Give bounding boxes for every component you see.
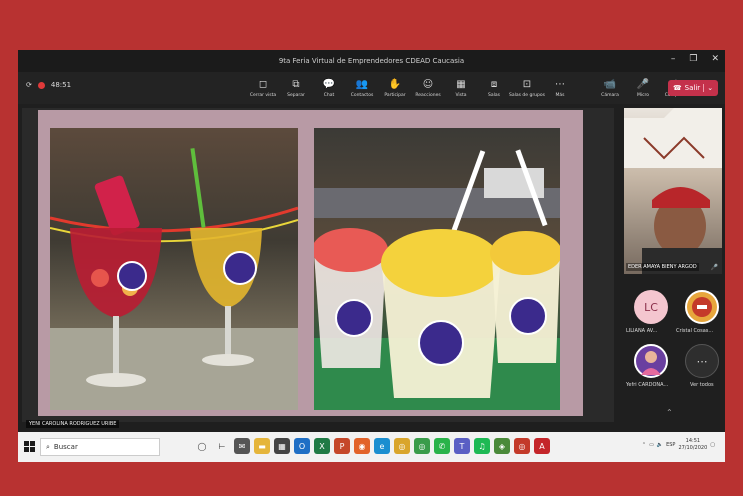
- collapse-chevron-icon[interactable]: ⌃: [666, 408, 673, 417]
- chrome-red-icon[interactable]: ◎: [514, 438, 530, 454]
- more-icon: ⋯: [555, 78, 565, 90]
- edge-icon[interactable]: e: [374, 438, 390, 454]
- view-all-label: Ver todos: [690, 382, 714, 388]
- shared-screen: YENI CAROLINA RODRIGUEZ URIBE: [22, 108, 614, 428]
- participant-name: LILIANA AV...: [626, 328, 658, 334]
- timer-text: 48:51: [50, 81, 72, 89]
- tool-mic[interactable]: 🎤 Micro: [628, 74, 658, 102]
- mail-icon[interactable]: ✉: [234, 438, 250, 454]
- excel-icon[interactable]: X: [314, 438, 330, 454]
- language-icon[interactable]: ESP: [666, 442, 675, 448]
- spotify-icon[interactable]: ♫: [474, 438, 490, 454]
- tool-close-view[interactable]: ◻ Cerrar vista: [248, 74, 278, 102]
- participant-avatar-lc[interactable]: LC: [634, 290, 668, 324]
- calculator-icon[interactable]: ▦: [274, 438, 290, 454]
- grid-icon: ▦: [456, 78, 466, 90]
- windows-taskbar: ⌕ Buscar ◯ ⊢ ✉ ▬ ▦ O X P ◉ e ◎ ◎ ✆ T ♫ ◈…: [18, 432, 725, 462]
- presenter-name-tag: YENI CAROLINA RODRIGUEZ URIBE: [26, 420, 120, 428]
- chat-icon: 💬: [322, 78, 336, 90]
- more-icon: ⋯: [696, 354, 708, 368]
- close-view-icon: ◻: [258, 78, 268, 90]
- whatsapp-icon[interactable]: ✆: [434, 438, 450, 454]
- smile-icon: ☺: [422, 78, 434, 90]
- brand-logo-icon: [692, 297, 712, 317]
- participant-video[interactable]: EDER AMAYA BIENY ARGOD 🎤: [624, 108, 722, 274]
- tool-camera[interactable]: 📹 Cámara: [595, 74, 625, 102]
- teams-icon[interactable]: T: [454, 438, 470, 454]
- pop-out-icon: ⧉: [292, 78, 300, 90]
- tool-contacts[interactable]: 👥 Contactos: [347, 74, 377, 102]
- participant-name: Yefri CARDONA...: [626, 382, 669, 388]
- participant-name: Cristal Cosas...: [676, 328, 714, 334]
- product-photo-drinks: [50, 128, 298, 410]
- title-bar: 9ta Feria Virtual de Emprendedores CDEAD…: [18, 50, 725, 72]
- rooms-icon: ⧈: [490, 78, 498, 90]
- notifications-icon[interactable]: ▢: [710, 442, 715, 448]
- windows-start-icon[interactable]: [24, 441, 35, 452]
- participant-avatar-photo[interactable]: [634, 344, 668, 378]
- recording-icon: [37, 81, 45, 89]
- tool-view[interactable]: ▦ Vista: [446, 74, 476, 102]
- participants-panel: EDER AMAYA BIENY ARGOD 🎤 LC LILIANA AV..…: [618, 108, 725, 422]
- chevron-up-icon[interactable]: ⌃: [642, 442, 646, 448]
- chevron-down-icon[interactable]: ⌄: [703, 84, 713, 92]
- minimize-icon[interactable]: –: [671, 54, 676, 64]
- tool-breakout[interactable]: ⊡ Salas de grupos: [509, 74, 545, 102]
- tool-reactions[interactable]: ☺ Reacciones: [413, 74, 443, 102]
- tool-raise-hand[interactable]: ✋ Participar: [380, 74, 410, 102]
- widgets-icon[interactable]: ⊢: [214, 438, 230, 454]
- close-icon[interactable]: ✕: [711, 54, 719, 64]
- taskbar-apps: ◯ ⊢ ✉ ▬ ▦ O X P ◉ e ◎ ◎ ✆ T ♫ ◈ ◎ A: [194, 438, 550, 454]
- tool-pop-out[interactable]: ⧉ Separar: [281, 74, 311, 102]
- breakout-icon: ⊡: [522, 78, 532, 90]
- taskbar-clock[interactable]: 14:51 27/10/2020: [678, 438, 707, 452]
- pdf-icon[interactable]: A: [534, 438, 550, 454]
- taskbar-search[interactable]: ⌕ Buscar: [40, 438, 160, 456]
- meeting-timer: ⟳ 48:51: [26, 81, 71, 89]
- meeting-toolbar: ⟳ 48:51 ◻ Cerrar vista ⧉ Separar 💬 Chat 👥 Co…: [18, 72, 725, 104]
- refresh-icon: ⟳: [26, 81, 32, 89]
- leave-button[interactable]: ☎ Salir ⌄: [668, 80, 718, 96]
- window-title: 9ta Feria Virtual de Emprendedores CDEAD…: [278, 57, 465, 65]
- chrome-alt-icon[interactable]: ◎: [414, 438, 430, 454]
- powerpoint-icon[interactable]: P: [334, 438, 350, 454]
- presentation-slide: [38, 110, 583, 416]
- hand-icon: ✋: [388, 78, 402, 90]
- task-view-icon[interactable]: ◯: [194, 438, 210, 454]
- teams-window: 9ta Feria Virtual de Emprendedores CDEAD…: [18, 50, 725, 462]
- mic-off-icon: 🎤: [710, 264, 718, 271]
- tool-more[interactable]: ⋯ Más: [545, 74, 575, 102]
- volume-icon[interactable]: 🔈: [657, 442, 663, 448]
- chrome-icon[interactable]: ◎: [394, 438, 410, 454]
- search-icon: ⌕: [46, 442, 50, 451]
- phone-icon: ☎: [672, 84, 682, 92]
- system-tray: ⌃ ▭ 🔈 ESP 14:51 27/10/2020 ▢: [642, 438, 715, 452]
- view-all-button[interactable]: ⋯: [685, 344, 719, 378]
- tool-rooms[interactable]: ⧈ Salas: [479, 74, 509, 102]
- mic-icon: 🎤: [636, 78, 650, 90]
- network-icon[interactable]: ▭: [649, 442, 654, 448]
- firefox-icon[interactable]: ◉: [354, 438, 370, 454]
- tool-chat[interactable]: 💬 Chat: [314, 74, 344, 102]
- user-photo-icon: [641, 351, 661, 375]
- people-icon: 👥: [355, 78, 369, 90]
- participant-avatar-logo[interactable]: [685, 290, 719, 324]
- folder-icon[interactable]: ▬: [254, 438, 270, 454]
- participant-video-name: EDER AMAYA BIENY ARGOD: [626, 263, 699, 271]
- product-photo-fruit-cups: [314, 128, 560, 410]
- app-icon[interactable]: ◈: [494, 438, 510, 454]
- maximize-icon[interactable]: ❐: [689, 54, 697, 64]
- camera-icon: 📹: [603, 78, 617, 90]
- outlook-icon[interactable]: O: [294, 438, 310, 454]
